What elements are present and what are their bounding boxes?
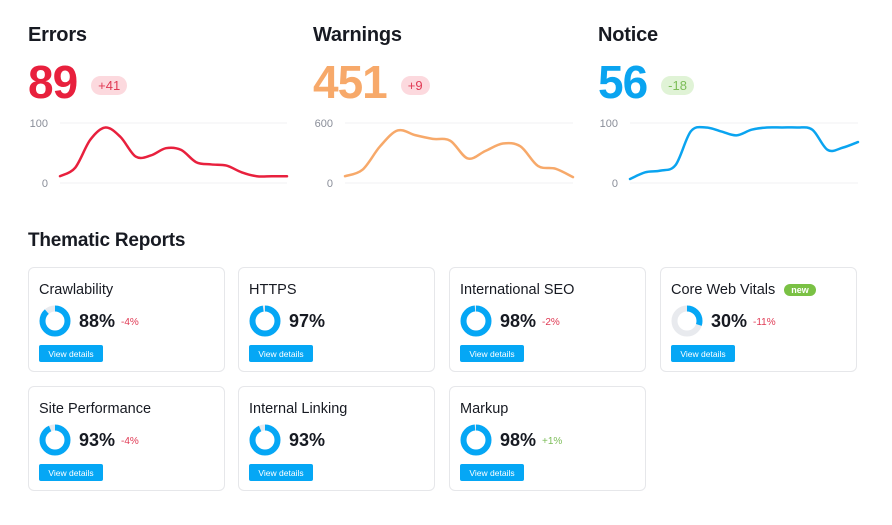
trend-line <box>58 126 289 178</box>
card-percent: 88% <box>79 310 116 331</box>
card-title: Crawlability <box>39 282 113 298</box>
card-name: International SEO <box>460 282 575 298</box>
report-card-internal-linking: Internal Linking 93% View details <box>238 386 435 491</box>
donut-fill <box>249 424 281 456</box>
y-tick-label: 0 <box>327 178 333 190</box>
view-details-button[interactable]: View details <box>460 464 524 481</box>
card-delta: -4% <box>121 436 139 447</box>
delta-badge: +41 <box>91 75 128 95</box>
card-percent: 98% <box>500 429 537 450</box>
metric-value: 56 <box>598 56 648 108</box>
card-score-row: 98% -2% <box>460 305 560 337</box>
report-card-https: HTTPS 97% View details <box>238 267 435 372</box>
chart-errors: 100 0 <box>30 118 289 190</box>
view-details-button[interactable]: View details <box>249 464 313 481</box>
metric-notice: Notice 56 -18 <box>598 24 868 107</box>
card-title: Markup <box>460 401 508 417</box>
card-delta: -4% <box>121 317 139 328</box>
card-title: Site Performance <box>39 401 151 417</box>
card-percent: 93% <box>289 429 326 450</box>
report-card-site-performance: Site Performance 93% -4% View details <box>28 386 225 491</box>
donut-fill <box>460 305 492 337</box>
view-details-button[interactable]: View details <box>460 345 524 362</box>
delta-badge: -18 <box>661 75 694 95</box>
y-tick-label: 600 <box>315 118 333 130</box>
view-details-button[interactable]: View details <box>249 345 313 362</box>
card-title: Core Web Vitals new <box>671 282 816 298</box>
card-score-row: 93% -4% <box>39 424 139 456</box>
donut-chart-icon <box>249 305 281 337</box>
card-name: Markup <box>460 401 509 417</box>
donut-chart-icon <box>39 305 71 337</box>
metric-errors: Errors 89 +41 <box>28 24 298 107</box>
report-card-core-web-vitals: Core Web Vitals new 30% -11% View detail… <box>660 267 857 372</box>
card-name: Core Web Vitals <box>671 282 776 298</box>
report-card-crawlability: Crawlability 88% -4% View details <box>28 267 225 372</box>
trend-line <box>343 128 575 179</box>
metric-title: Notice <box>598 24 658 46</box>
card-score-row: 88% -4% <box>39 305 139 337</box>
card-score-row: 30% -11% <box>671 305 776 337</box>
card-name: HTTPS <box>249 282 297 298</box>
donut-fill <box>460 424 492 456</box>
card-name: Site Performance <box>39 401 152 417</box>
card-percent: 93% <box>79 429 116 450</box>
card-score-row: 93% <box>249 424 325 456</box>
metric-title: Errors <box>28 24 87 46</box>
report-card-markup: Markup 98% +1% View details <box>449 386 646 491</box>
y-tick-label: 100 <box>30 118 48 130</box>
report-card-international-seo: International SEO 98% -2% View details <box>449 267 646 372</box>
metric-warnings: Warnings 451 +9 <box>313 24 583 107</box>
thematic-reports-title: Thematic Reports <box>28 230 186 251</box>
chart-notice: 100 0 <box>600 118 860 190</box>
metric-row: 89 +41 <box>28 57 298 107</box>
card-delta: -11% <box>753 317 776 328</box>
card-name: Internal Linking <box>249 401 348 417</box>
donut-fill <box>39 305 71 337</box>
y-tick-label: 100 <box>600 118 618 130</box>
donut-chart-icon <box>460 424 492 456</box>
donut-chart-icon <box>39 424 71 456</box>
card-delta: +1% <box>542 436 563 447</box>
donut-fill <box>249 305 281 337</box>
metric-row: 451 +9 <box>313 57 583 107</box>
y-tick-label: 0 <box>612 178 618 190</box>
metric-title: Warnings <box>313 24 402 46</box>
card-score-row: 98% +1% <box>460 424 562 456</box>
donut-chart-icon <box>460 305 492 337</box>
card-score-row: 97% <box>249 305 325 337</box>
card-percent: 30% <box>711 310 748 331</box>
card-name: Crawlability <box>39 282 114 298</box>
donut-chart-icon <box>249 424 281 456</box>
view-details-button[interactable]: View details <box>671 345 735 362</box>
new-badge: new <box>784 284 816 296</box>
chart-warnings: 600 0 <box>315 118 575 190</box>
metric-row: 56 -18 <box>598 57 868 107</box>
metric-value: 451 <box>313 56 388 108</box>
delta-badge: +9 <box>400 75 430 95</box>
donut-fill <box>39 424 71 456</box>
trend-charts: 100 0 600 0 100 0 <box>30 118 860 190</box>
view-details-button[interactable]: View details <box>39 464 103 481</box>
card-percent: 98% <box>500 310 537 331</box>
view-details-button[interactable]: View details <box>39 345 103 362</box>
donut-chart-icon <box>671 305 703 337</box>
card-title: HTTPS <box>249 282 297 298</box>
card-delta: -2% <box>542 317 560 328</box>
card-percent: 97% <box>289 310 326 331</box>
trend-line <box>628 125 860 181</box>
y-tick-label: 0 <box>42 178 48 190</box>
card-title: Internal Linking <box>249 401 347 417</box>
metric-value: 89 <box>28 56 78 108</box>
card-title: International SEO <box>460 282 574 298</box>
